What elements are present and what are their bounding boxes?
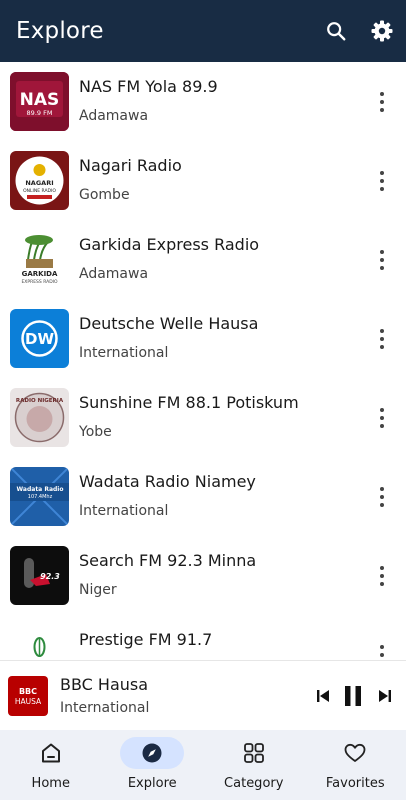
nav-explore-label: Explore (127, 776, 177, 791)
more-options-button[interactable] (372, 484, 392, 510)
category-icon (243, 743, 264, 763)
nav-explore[interactable]: Explore (102, 730, 204, 800)
station-name: NAS FM Yola 89.9 (79, 77, 218, 96)
pause-button[interactable] (340, 683, 366, 709)
list-item[interactable]: NAGARI ONLINE RADIO Nagari Radio Gombe (0, 141, 406, 220)
logo-subtext: EXPRESS RADIO (21, 279, 58, 285)
now-playing-bar[interactable]: BBC HAUSA BBC Hausa International (0, 660, 406, 730)
logo-text: GARKIDA (22, 270, 58, 278)
more-options-button[interactable] (372, 168, 392, 194)
station-logo (10, 625, 69, 660)
station-logo: RADIO NIGERIA (10, 388, 69, 447)
station-logo: 92.3 (10, 546, 69, 605)
more-vertical-icon (380, 329, 384, 333)
list-item[interactable]: Prestige FM 91.7 (0, 615, 406, 660)
station-list: NAS 89.9 FM NAS FM Yola 89.9 Adamawa NAG… (0, 62, 406, 660)
more-vertical-icon (380, 250, 384, 254)
more-options-button[interactable] (372, 326, 392, 352)
station-region: Adamawa (79, 108, 149, 124)
more-options-button[interactable] (372, 405, 392, 431)
more-options-button[interactable] (372, 563, 392, 589)
logo-text: Wadata Radio (17, 486, 64, 493)
station-name: Garkida Express Radio (79, 235, 260, 254)
now-playing-region: International (60, 700, 150, 716)
previous-button[interactable] (310, 683, 336, 709)
nav-category[interactable]: Category (203, 730, 305, 800)
nav-favorites[interactable]: Favorites (305, 730, 406, 800)
nav-favorites-label: Favorites (325, 776, 385, 791)
station-logo: NAS 89.9 FM (10, 72, 69, 131)
pause-icon (345, 686, 361, 706)
list-item[interactable]: DW Deutsche Welle Hausa International (0, 299, 406, 378)
more-vertical-icon (380, 92, 384, 96)
logo-text: RADIO NIGERIA (16, 398, 64, 404)
more-vertical-icon (380, 487, 384, 491)
skip-previous-icon (317, 690, 329, 702)
bottom-navigation: Home Explore Category Favorites (0, 730, 406, 800)
more-vertical-icon (380, 408, 384, 412)
list-item[interactable]: 92.3 Search FM 92.3 Minna Niger (0, 536, 406, 615)
station-name: Search FM 92.3 Minna (79, 551, 257, 570)
station-region: Yobe (79, 424, 112, 440)
app-bar: Explore (0, 0, 406, 62)
station-name: Sunshine FM 88.1 Potiskum (79, 393, 299, 412)
logo-text: NAGARI (25, 179, 53, 187)
more-vertical-icon (380, 645, 384, 649)
station-region: Adamawa (79, 266, 149, 282)
station-logo: GARKIDA EXPRESS RADIO (10, 230, 69, 289)
station-logo: DW (10, 309, 69, 368)
now-playing-logo: BBC HAUSA (8, 676, 48, 716)
more-vertical-icon (380, 566, 384, 570)
station-name: Nagari Radio (79, 156, 182, 175)
skip-next-icon (379, 690, 391, 702)
logo-subtext: HAUSA (15, 697, 42, 706)
station-logo: Wadata Radio 107.4Mhz (10, 467, 69, 526)
station-region: International (79, 345, 169, 361)
logo-text: DW (25, 330, 54, 348)
logo-subtext: ONLINE RADIO (23, 188, 56, 194)
list-item[interactable]: RADIO NIGERIA Sunshine FM 88.1 Potiskum … (0, 378, 406, 457)
gear-icon (371, 20, 393, 42)
more-options-button[interactable] (372, 89, 392, 115)
station-name: Prestige FM 91.7 (79, 630, 213, 649)
search-button[interactable] (314, 9, 358, 53)
station-logo: NAGARI ONLINE RADIO (10, 151, 69, 210)
station-region: Gombe (79, 187, 130, 203)
page-title: Explore (16, 18, 104, 44)
more-options-button[interactable] (372, 642, 392, 660)
settings-button[interactable] (360, 9, 404, 53)
nav-home-label: Home (31, 776, 70, 791)
logo-text: 92.3 (40, 572, 60, 581)
station-name: Deutsche Welle Hausa (79, 314, 259, 333)
logo-subtext: 107.4Mhz (28, 494, 53, 500)
logo-text: BBC (19, 687, 37, 696)
logo-text: NAS (20, 90, 60, 110)
station-name: Wadata Radio Niamey (79, 472, 256, 491)
next-button[interactable] (372, 683, 398, 709)
logo-subtext: 89.9 FM (27, 109, 53, 117)
more-options-button[interactable] (372, 247, 392, 273)
station-region: International (79, 503, 169, 519)
search-icon (327, 22, 346, 41)
compass-icon (142, 743, 162, 763)
more-vertical-icon (380, 171, 384, 175)
home-icon (41, 743, 60, 763)
list-item[interactable]: GARKIDA EXPRESS RADIO Garkida Express Ra… (0, 220, 406, 299)
list-item[interactable]: Wadata Radio 107.4Mhz Wadata Radio Niame… (0, 457, 406, 536)
station-region: Niger (79, 582, 117, 598)
nav-home[interactable]: Home (0, 730, 102, 800)
list-item[interactable]: NAS 89.9 FM NAS FM Yola 89.9 Adamawa (0, 62, 406, 141)
nav-category-label: Category (224, 776, 284, 791)
now-playing-title: BBC Hausa (60, 675, 149, 694)
heart-icon (344, 743, 366, 762)
